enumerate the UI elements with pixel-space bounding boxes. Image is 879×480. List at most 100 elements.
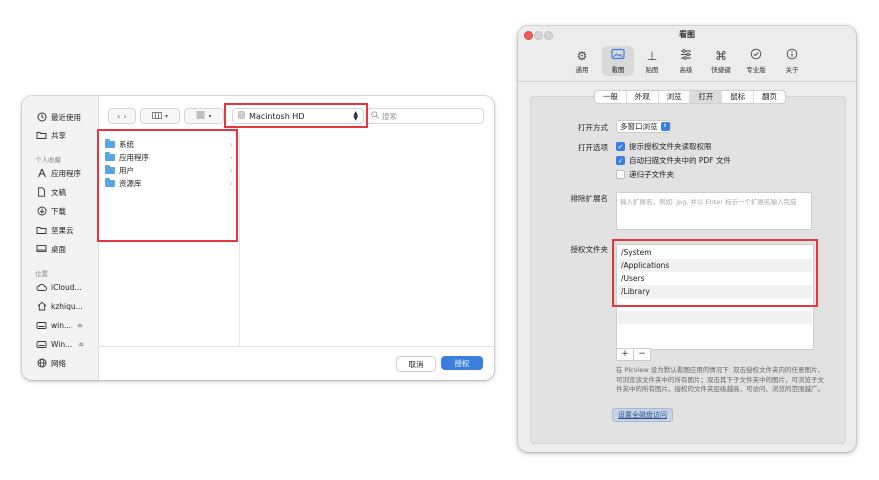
sidebar-item-icloud[interactable]: iCloud...: [36, 280, 82, 294]
option-scan-pdf[interactable]: ✓ 自动扫描文件夹中的 PDF 文件: [616, 155, 731, 166]
shared-folder-icon: [36, 130, 47, 141]
back-chevron-icon[interactable]: ‹: [117, 112, 120, 121]
authorize-button[interactable]: 授权: [441, 356, 483, 370]
sidebar-item-desktop[interactable]: 桌面: [36, 242, 66, 256]
checkbox-checked-icon[interactable]: ✓: [616, 156, 625, 165]
sidebar-item-documents[interactable]: 文稿: [36, 185, 66, 199]
open-mode-select[interactable]: 多窗口浏览 ⇕: [616, 120, 671, 133]
option-label: 递归子文件夹: [629, 170, 674, 179]
forward-chevron-icon[interactable]: ›: [124, 112, 127, 121]
exclude-ext-input[interactable]: 输入扩展名，例如: jpg, 并以 Enter 标示一个扩展名输入完成: [616, 192, 812, 230]
sidebar-item-home[interactable]: kzhiqu...: [36, 299, 83, 313]
full-disk-access-button[interactable]: 设置全磁盘访问: [612, 408, 673, 422]
toolbar-about[interactable]: 关于: [776, 46, 808, 76]
tab-browse[interactable]: 浏览: [659, 91, 691, 103]
recents-clock-icon: [36, 112, 47, 123]
eject-icon[interactable]: ⏏: [78, 341, 84, 348]
toolbar-pro[interactable]: 专业版: [740, 46, 772, 76]
window-title: 看图: [679, 30, 695, 39]
sidebar-item-nutstore[interactable]: 坚果云: [36, 223, 74, 237]
help-note: 在 Picview 设为默认看图应用的情况下: 双击授权文件夹内的任意图片，可浏…: [616, 366, 825, 393]
option-recursive[interactable]: 递归子文件夹: [616, 169, 674, 180]
sliders-icon: [670, 48, 702, 64]
toolbar-label: 高级: [679, 66, 693, 74]
toolbar-label: 看图: [611, 66, 625, 74]
toolbar-label: 专业版: [746, 66, 766, 74]
home-icon: [36, 301, 47, 312]
tab-bar: 一般 外观 浏览 打开 鼠标 翻页: [594, 90, 786, 104]
sidebar-section-favorites: 个人收藏: [35, 156, 61, 164]
open-mode-value: 多窗口浏览: [620, 122, 658, 131]
search-field[interactable]: 搜索: [366, 108, 484, 124]
badge-check-icon: [740, 48, 772, 64]
sidebar-item-label: 共享: [51, 130, 66, 140]
disk-icon: [36, 339, 47, 350]
info-icon: [776, 48, 808, 64]
toolbar-divider: [518, 81, 856, 82]
group-button[interactable]: ▾: [184, 108, 224, 124]
highlight-folder-list: [97, 129, 238, 242]
sidebar-item-label: iCloud...: [51, 282, 82, 292]
eject-icon[interactable]: ⏏: [77, 322, 83, 329]
search-placeholder: 搜索: [382, 111, 397, 121]
sidebar-item-label: 坚果云: [51, 225, 74, 235]
sidebar-item-network[interactable]: 网络: [36, 356, 66, 370]
highlight-location-select: [224, 103, 368, 128]
sidebar-item-label: kzhiqu...: [51, 301, 83, 311]
tab-mouse[interactable]: 鼠标: [722, 91, 755, 103]
sidebar-item-volume-win2[interactable]: Win... ⏏: [36, 337, 84, 351]
sidebar-item-label: win...: [51, 320, 72, 330]
toolbar-label: 快捷键: [711, 66, 731, 74]
tab-open[interactable]: 打开: [690, 91, 723, 103]
sidebar-item-shared[interactable]: 共享: [36, 128, 66, 142]
checkbox-checked-icon[interactable]: ✓: [616, 142, 625, 151]
toolbar-label: 通用: [575, 66, 589, 74]
add-remove-control: + −: [616, 348, 652, 361]
network-globe-icon: [36, 358, 47, 369]
file-chooser-sidebar: 最近使用 共享 个人收藏 应用程序 文稿 下载 坚果云 桌面 位置 iCloud…: [22, 96, 99, 380]
cloud-icon: [36, 282, 47, 293]
gear-icon: ⚙: [576, 49, 588, 63]
open-options-label: 打开选项: [578, 143, 608, 152]
sidebar-item-label: Win...: [51, 339, 73, 349]
grid-icon: [196, 111, 205, 121]
add-folder-button[interactable]: +: [616, 348, 634, 361]
toolbar-general[interactable]: ⚙ 通用: [566, 46, 598, 76]
tab-appearance[interactable]: 外观: [627, 91, 659, 103]
sidebar-section-locations: 位置: [35, 270, 48, 278]
divider: [99, 346, 494, 347]
chevron-down-icon: ▾: [208, 112, 212, 120]
updown-chevron-icon: ⇕: [660, 122, 670, 131]
command-key-icon: ⌘: [715, 49, 727, 63]
column-view-icon: [152, 111, 162, 121]
view-mode-button[interactable]: ▾: [140, 108, 180, 124]
toolbar-pin[interactable]: ⊥ 贴图: [636, 46, 668, 76]
remove-folder-button[interactable]: −: [633, 348, 651, 361]
toolbar-shortcuts[interactable]: ⌘ 快捷键: [705, 46, 737, 76]
sidebar-item-label: 桌面: [51, 244, 66, 254]
sidebar-item-applications[interactable]: 应用程序: [36, 166, 81, 180]
photo-icon: [602, 48, 634, 64]
tab-general[interactable]: 一般: [595, 91, 627, 103]
exclude-ext-placeholder: 输入扩展名，例如: jpg, 并以 Enter 标示一个扩展名输入完成: [620, 198, 797, 206]
tab-paging[interactable]: 翻页: [754, 91, 785, 103]
sidebar-item-label: 文稿: [51, 187, 66, 197]
folder-icon: [36, 225, 47, 236]
table-row-empty: [618, 311, 812, 324]
checkbox-unchecked-icon[interactable]: [616, 170, 625, 179]
sidebar-item-recents[interactable]: 最近使用: [36, 110, 81, 124]
exclude-ext-label: 排除扩展名: [570, 194, 609, 203]
option-prompt-authorize[interactable]: ✓ 提示授权文件夹读取权限: [616, 141, 712, 152]
sidebar-item-label: 应用程序: [51, 168, 81, 178]
back-forward-buttons[interactable]: ‹ ›: [108, 108, 136, 124]
sidebar-item-volume-win[interactable]: win... ⏏: [36, 318, 83, 332]
option-label: 提示授权文件夹读取权限: [629, 142, 712, 151]
document-icon: [36, 187, 47, 198]
toolbar-advanced[interactable]: 高级: [670, 46, 702, 76]
sidebar-item-downloads[interactable]: 下载: [36, 204, 66, 218]
desktop-icon: [36, 244, 47, 255]
applications-icon: [36, 168, 47, 179]
cancel-button[interactable]: 取消: [396, 356, 436, 372]
search-icon: [371, 111, 379, 121]
toolbar-viewer[interactable]: 看图: [602, 46, 634, 76]
